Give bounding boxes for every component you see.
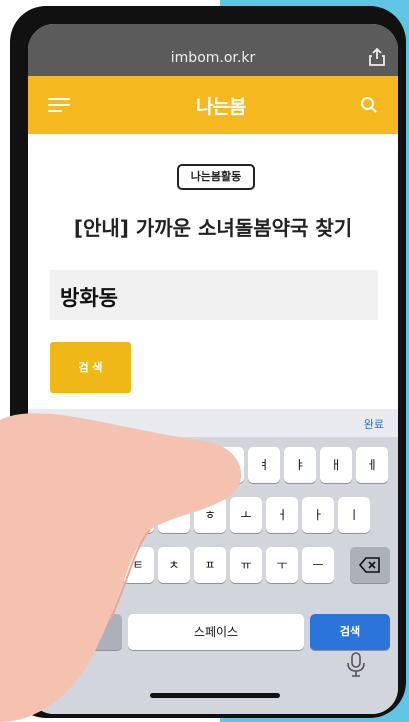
hand-overlay: [0, 413, 242, 722]
